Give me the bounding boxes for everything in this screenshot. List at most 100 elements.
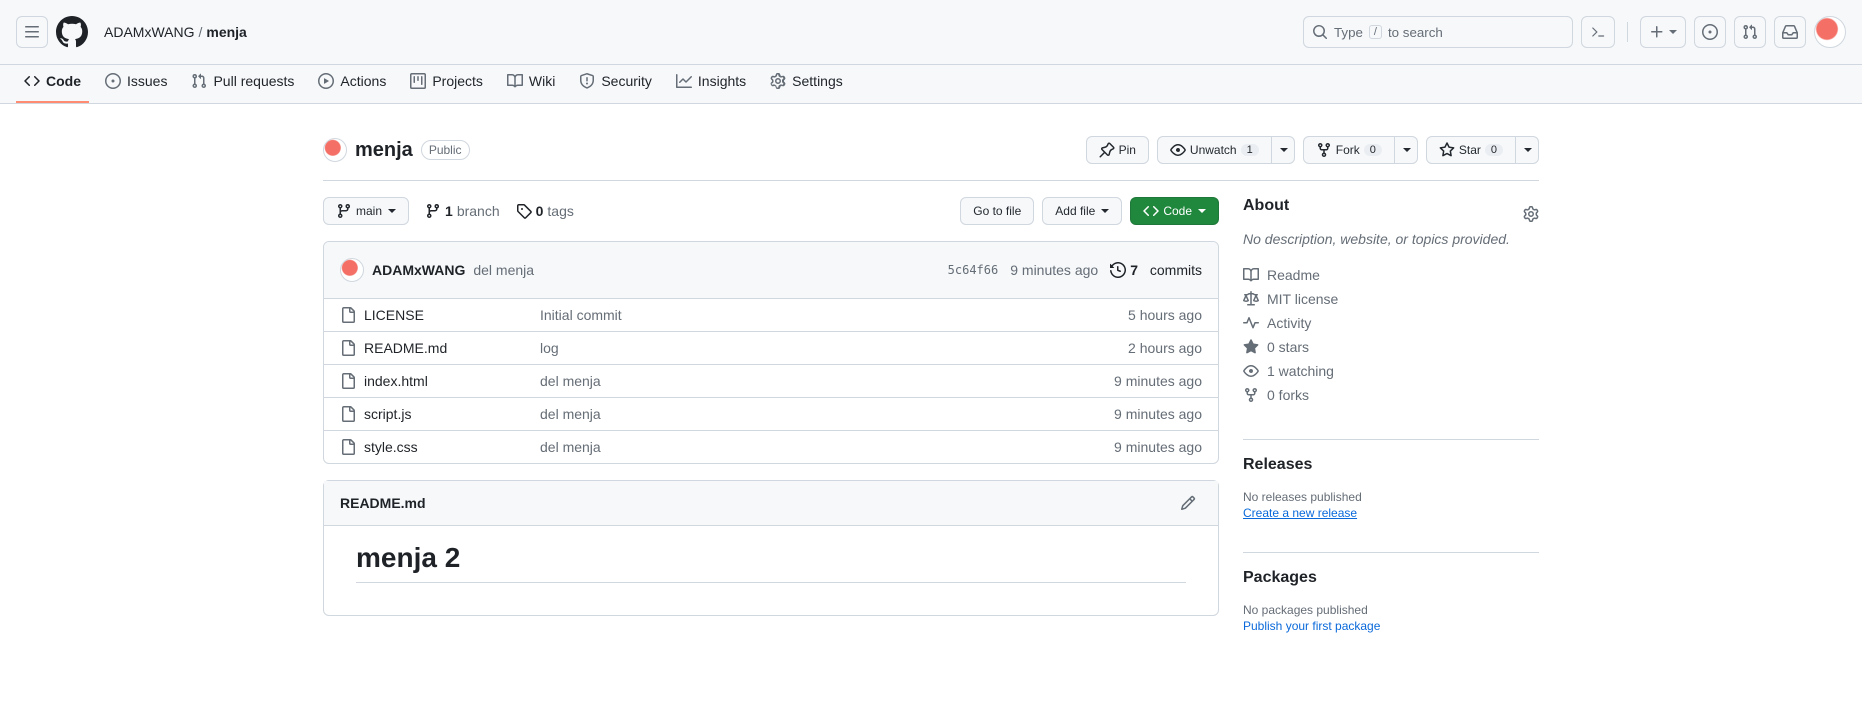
commit-author[interactable]: ADAMxWANG [372, 262, 465, 278]
pin-icon [1099, 142, 1115, 158]
about-item[interactable]: MIT license [1243, 287, 1539, 311]
go-to-file-button[interactable]: Go to file [960, 197, 1034, 225]
about-item[interactable]: 0 forks [1243, 383, 1539, 407]
pr-icon [1742, 24, 1758, 40]
about-settings-button[interactable] [1523, 206, 1539, 222]
create-release-link[interactable]: Create a new release [1243, 506, 1357, 520]
notifications-button[interactable] [1774, 16, 1806, 48]
file-name-link[interactable]: script.js [364, 406, 411, 422]
fork-button[interactable]: Fork0 [1303, 136, 1395, 164]
file-time: 9 minutes ago [1114, 373, 1202, 389]
file-time: 5 hours ago [1128, 307, 1202, 323]
file-commit-message[interactable]: Initial commit [540, 307, 1128, 323]
file-row: script.jsdel menja9 minutes ago [324, 398, 1218, 431]
publish-package-link[interactable]: Publish your first package [1243, 619, 1380, 633]
caret-down-icon [1280, 148, 1288, 152]
tab-actions[interactable]: Actions [310, 65, 394, 103]
file-commit-message[interactable]: log [540, 340, 1128, 356]
about-title: About [1243, 197, 1289, 215]
repo-nav: Code Issues Pull requests Actions Projec… [0, 65, 1862, 104]
pr-icon [191, 73, 207, 89]
breadcrumb-owner[interactable]: ADAMxWANG [104, 24, 194, 40]
commits-link[interactable]: 7 commits [1110, 262, 1202, 278]
about-item[interactable]: 1 watching [1243, 359, 1539, 383]
pin-button[interactable]: Pin [1086, 136, 1149, 164]
branches-link[interactable]: 1branch [425, 203, 500, 219]
tab-wiki[interactable]: Wiki [499, 65, 563, 103]
about-item[interactable]: Readme [1243, 263, 1539, 287]
packages-section: Packages No packages published Publish y… [1243, 552, 1539, 649]
gear-icon [1523, 206, 1539, 222]
file-icon [340, 406, 356, 422]
readme-filename[interactable]: README.md [340, 495, 426, 511]
watch-dropdown[interactable] [1272, 136, 1295, 164]
tab-pull-requests[interactable]: Pull requests [183, 65, 302, 103]
packages-none: No packages published [1243, 603, 1539, 617]
tab-insights[interactable]: Insights [668, 65, 754, 103]
file-name-link[interactable]: index.html [364, 373, 428, 389]
edit-readme-button[interactable] [1174, 489, 1202, 517]
hamburger-menu-button[interactable] [16, 16, 48, 48]
graph-icon [676, 73, 692, 89]
about-list: Readme MIT license Activity0 stars1 watchi… [1243, 263, 1539, 407]
tab-settings[interactable]: Settings [762, 65, 851, 103]
branch-select[interactable]: main [323, 197, 409, 225]
repo-name[interactable]: menja [355, 139, 413, 162]
book-icon [1243, 267, 1259, 283]
eye-icon [1170, 142, 1186, 158]
commit-sha[interactable]: 5c64f66 [948, 263, 999, 277]
file-icon [340, 439, 356, 455]
releases-section: Releases No releases published Create a … [1243, 439, 1539, 536]
file-icon [340, 373, 356, 389]
fork-dropdown[interactable] [1395, 136, 1418, 164]
pull-requests-button[interactable] [1734, 16, 1766, 48]
play-icon [318, 73, 334, 89]
search-icon [1312, 24, 1328, 40]
about-item[interactable]: Activity [1243, 311, 1539, 335]
about-description: No description, website, or topics provi… [1243, 231, 1539, 247]
file-commit-message[interactable]: del menja [540, 373, 1114, 389]
search-input[interactable]: Type / to search [1303, 16, 1573, 48]
commit-author-avatar[interactable] [340, 258, 364, 282]
global-header: ADAMxWANG / menja Type / to search [0, 0, 1862, 65]
search-placeholder-prefix: Type [1334, 25, 1363, 40]
main-column: main 1branch 0tags Go to file Add file C… [323, 197, 1219, 649]
code-button[interactable]: Code [1130, 197, 1219, 225]
github-logo-link[interactable] [56, 16, 88, 48]
repo-avatar [323, 138, 347, 162]
tab-projects[interactable]: Projects [402, 65, 491, 103]
about-item-label: MIT license [1267, 291, 1338, 307]
watch-button[interactable]: Unwatch1 [1157, 136, 1272, 164]
file-name-link[interactable]: README.md [364, 340, 447, 356]
star-dropdown[interactable] [1516, 136, 1539, 164]
star-button[interactable]: Star0 [1426, 136, 1516, 164]
issue-icon [1702, 24, 1718, 40]
gear-icon [770, 73, 786, 89]
command-palette-button[interactable] [1581, 16, 1615, 48]
user-avatar[interactable] [1814, 16, 1846, 48]
file-name-link[interactable]: style.css [364, 439, 418, 455]
add-file-button[interactable]: Add file [1042, 197, 1122, 225]
divider [1627, 22, 1628, 42]
tab-issues[interactable]: Issues [97, 65, 175, 103]
commit-message[interactable]: del menja [473, 262, 534, 278]
tab-security[interactable]: Security [571, 65, 660, 103]
breadcrumb-separator: / [198, 24, 202, 40]
file-commit-message[interactable]: del menja [540, 406, 1114, 422]
create-new-button[interactable] [1640, 16, 1686, 48]
issues-button[interactable] [1694, 16, 1726, 48]
caret-down-icon [1101, 209, 1109, 213]
file-commit-message[interactable]: del menja [540, 439, 1114, 455]
file-icon [340, 307, 356, 323]
file-name-link[interactable]: LICENSE [364, 307, 424, 323]
tab-code[interactable]: Code [16, 65, 89, 103]
github-logo-icon [56, 16, 88, 48]
tags-link[interactable]: 0tags [516, 203, 574, 219]
file-nav: main 1branch 0tags Go to file Add file C… [323, 197, 1219, 225]
about-item[interactable]: 0 stars [1243, 335, 1539, 359]
file-list-box: ADAMxWANG del menja 5c64f66 9 minutes ag… [323, 241, 1219, 464]
command-icon [1590, 24, 1606, 40]
breadcrumb-repo[interactable]: menja [206, 24, 246, 40]
file-row: index.html del menja9 minutes ago [324, 365, 1218, 398]
file-row: style.cssdel menja9 minutes ago [324, 431, 1218, 463]
